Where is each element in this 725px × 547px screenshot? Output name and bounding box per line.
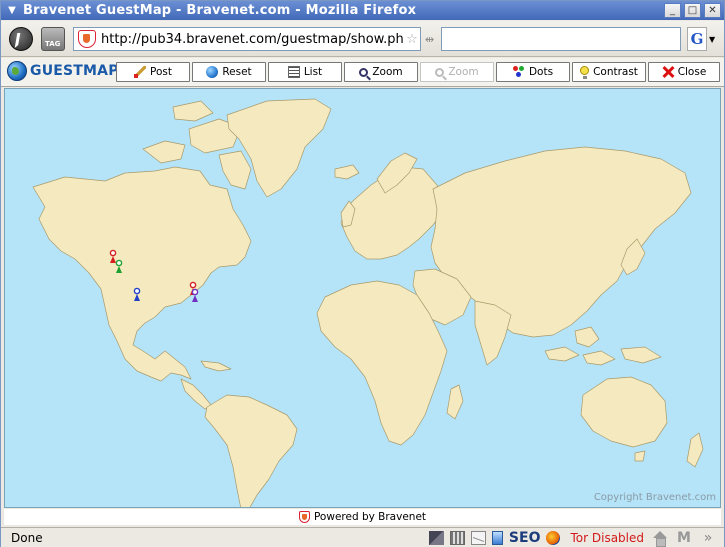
browser-window: ▼ Bravenet GuestMap - Bravenet.com - Moz… <box>0 0 725 547</box>
post-button[interactable]: Post <box>116 62 190 82</box>
landmass-north-america <box>32 166 252 382</box>
search-engine-dropdown-icon[interactable]: ▼ <box>709 35 715 44</box>
title-bar[interactable]: ▼ Bravenet GuestMap - Bravenet.com - Moz… <box>1 1 724 20</box>
bookmark-star-icon[interactable]: ☆ <box>404 32 420 47</box>
globe-icon <box>7 61 27 81</box>
search-input[interactable] <box>441 27 681 51</box>
reset-button[interactable]: Reset <box>192 62 266 82</box>
landmass-australia <box>580 376 668 448</box>
landmass-madagascar <box>446 384 464 420</box>
gmail-icon[interactable]: M <box>676 531 692 545</box>
contrast-button[interactable]: Contrast <box>572 62 646 82</box>
zoom-in-button-label: Zoom <box>372 66 403 78</box>
minimize-button[interactable]: _ <box>664 3 681 18</box>
landmass-arctic-islands-1 <box>142 140 186 164</box>
close-window-button[interactable]: ✕ <box>704 3 721 18</box>
landmass-south-america <box>204 394 298 507</box>
extension-icon-a[interactable] <box>428 530 444 545</box>
window-menu-icon[interactable]: ▼ <box>1 5 23 16</box>
landmass-asia <box>430 146 692 338</box>
landmass-baffin <box>218 150 252 190</box>
contrast-button-label: Contrast <box>593 66 638 78</box>
status-text: Done <box>11 530 43 545</box>
back-icon[interactable] <box>9 27 33 51</box>
dots-button-label: Dots <box>528 66 554 78</box>
world-map-drawing[interactable] <box>5 89 721 508</box>
chevron-right-icon[interactable]: » <box>700 531 716 545</box>
landmass-new-zealand <box>686 432 704 468</box>
landmass-tasmania <box>634 450 646 462</box>
zoom-in-icon <box>359 67 369 77</box>
copyright-text: Copyright Bravenet.com <box>593 492 716 503</box>
landmass-central-america <box>180 378 212 410</box>
pencil-icon <box>134 66 146 78</box>
landmass-arctic-islands-3 <box>172 100 214 122</box>
guestmap-logo: GUESTMAP <box>7 61 119 81</box>
guestmap-logo-text: GUESTMAP <box>30 63 119 79</box>
landmass-borneo <box>574 326 600 348</box>
landmass-new-guinea <box>620 346 662 364</box>
zoom-out-button[interactable]: Zoom <box>420 62 494 82</box>
powered-by-footer[interactable]: Powered by Bravenet <box>4 509 721 525</box>
reset-button-label: Reset <box>222 66 252 78</box>
powered-by-text[interactable]: Powered by Bravenet <box>314 511 426 523</box>
zoom-out-icon <box>435 67 445 77</box>
maximize-button[interactable]: □ <box>684 3 701 18</box>
lightbulb-icon <box>580 66 590 79</box>
guestmap-toolbar: GUESTMAP Post Reset List Zoom Zoom Dots <box>1 58 724 87</box>
post-button-label: Post <box>150 66 172 78</box>
mail-icon[interactable] <box>470 530 486 545</box>
zoom-out-button-label: Zoom <box>448 66 479 78</box>
status-bar: Done SEO Tor Disabled M » <box>1 527 724 547</box>
document-icon[interactable] <box>491 530 503 545</box>
world-map[interactable]: Copyright Bravenet.com <box>4 88 721 508</box>
close-button[interactable]: Close <box>648 62 720 82</box>
search-engine-icon[interactable]: G <box>687 27 707 51</box>
close-icon <box>662 66 674 78</box>
landmass-iceland <box>334 164 360 180</box>
seo-icon[interactable]: SEO <box>509 530 541 546</box>
site-favicon-icon <box>78 30 96 48</box>
close-button-label: Close <box>677 66 707 78</box>
zoom-in-button[interactable]: Zoom <box>344 62 418 82</box>
toolbar-resize-handle-icon[interactable]: ⇹ <box>425 33 434 46</box>
tor-status-text[interactable]: Tor Disabled <box>570 531 644 545</box>
extension-icon-b[interactable] <box>449 530 465 545</box>
landmass-indonesia-2 <box>582 350 616 366</box>
window-title: Bravenet GuestMap - Bravenet.com - Mozil… <box>23 3 417 18</box>
dots-icon <box>512 66 525 78</box>
url-bar[interactable]: http://pub34.bravenet.com/guestmap/show.… <box>73 27 421 51</box>
list-button-label: List <box>303 66 323 78</box>
list-icon <box>287 66 300 78</box>
firefox-icon[interactable] <box>546 530 561 545</box>
navigation-toolbar: TAG http://pub34.bravenet.com/guestmap/s… <box>1 21 724 57</box>
globe-icon <box>206 66 219 78</box>
url-input[interactable]: http://pub34.bravenet.com/guestmap/show.… <box>101 32 404 47</box>
landmass-indonesia-1 <box>544 346 580 362</box>
tag-label: TAG <box>45 40 61 48</box>
guest-marker-icon[interactable] <box>191 288 199 302</box>
home-icon[interactable] <box>652 530 668 547</box>
bravenet-logo-icon <box>298 511 310 523</box>
landmass-cuba <box>200 360 232 372</box>
dots-button[interactable]: Dots <box>496 62 570 82</box>
list-button[interactable]: List <box>268 62 342 82</box>
